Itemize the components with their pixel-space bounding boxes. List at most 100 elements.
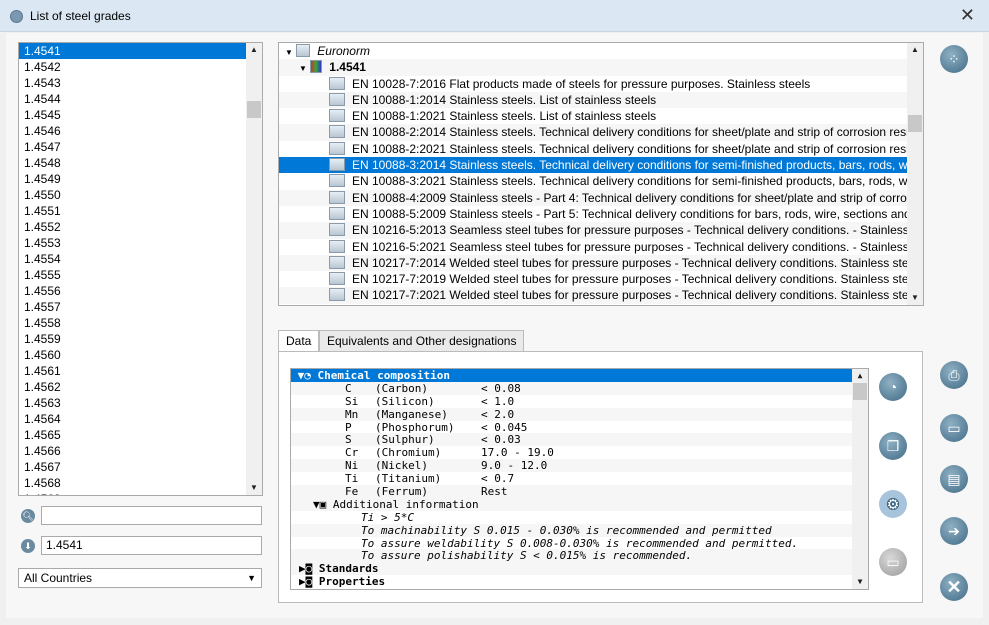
grade-list-item[interactable]: 1.4543 — [19, 75, 262, 91]
grade-list-item[interactable]: 1.4566 — [19, 443, 262, 459]
expand-icon[interactable]: ▼ — [299, 64, 307, 73]
element-row[interactable]: C (Carbon) < 0.08 — [291, 381, 853, 395]
note-row[interactable]: Ti > 5*C — [291, 511, 853, 524]
settings-icon[interactable]: ⚙ — [879, 490, 907, 518]
grade-input[interactable]: 1.4541 — [41, 536, 262, 555]
grade-list-item[interactable]: 1.4563 — [19, 395, 262, 411]
standard-item[interactable]: EN 10216-5:2013 Seamless steel tubes for… — [279, 222, 908, 239]
tree-grade[interactable]: ▼ 1.4541 — [279, 59, 908, 76]
scroll-thumb[interactable] — [853, 383, 867, 400]
element-row[interactable]: Si (Silicon) < 1.0 — [291, 395, 853, 408]
element-row[interactable]: S (Sulphur) < 0.03 — [291, 433, 853, 446]
close-icon[interactable]: ✕ — [960, 5, 975, 26]
scroll-thumb[interactable] — [908, 115, 922, 132]
expand-icon[interactable]: ▼ — [285, 48, 293, 57]
section-row[interactable]: ▶◙ Standards — [291, 562, 853, 575]
search-input[interactable] — [41, 506, 262, 525]
standard-item[interactable]: EN 10217-7:2021 Welded steel tubes for p… — [279, 287, 908, 304]
tree-scrollbar[interactable]: ▲ ▼ — [907, 43, 923, 305]
additional-info-header[interactable]: ▼▣ Additional information — [291, 497, 853, 511]
grade-list-item[interactable]: 1.4554 — [19, 251, 262, 267]
standard-item[interactable]: EN 10088-4:2009 Stainless steels - Part … — [279, 189, 908, 206]
element-symbol: C — [345, 381, 352, 395]
tab-equivalents[interactable]: Equivalents and Other designations — [319, 330, 525, 352]
scroll-up-icon[interactable]: ▲ — [246, 43, 262, 57]
element-row[interactable]: Mn (Manganese) < 2.0 — [291, 407, 853, 421]
composition-header[interactable]: ▼◔ Chemical composition — [291, 369, 853, 382]
grade-list-item[interactable]: 1.4564 — [19, 411, 262, 427]
scroll-down-icon[interactable]: ▼ — [852, 575, 868, 589]
pie-chart-icon[interactable]: ◔ — [879, 373, 907, 401]
grade-list-item[interactable]: 1.4551 — [19, 203, 262, 219]
expand-icon[interactable]: ▼ — [291, 369, 305, 382]
grade-list-item[interactable]: 1.4569 — [19, 491, 262, 495]
note-row[interactable]: To assure weldability S 0.008-0.030% is … — [291, 537, 853, 550]
grade-list-item[interactable]: 1.4555 — [19, 267, 262, 283]
standard-item[interactable]: EN 10088-3:2021 Stainless steels. Techni… — [279, 173, 908, 189]
grade-list-item[interactable]: 1.4560 — [19, 347, 262, 363]
grade-list-item[interactable]: 1.4550 — [19, 187, 262, 203]
close-circle-icon[interactable]: ✕ — [940, 573, 968, 601]
grade-list-item[interactable]: 1.4542 — [19, 59, 262, 75]
scroll-up-icon[interactable]: ▲ — [907, 43, 923, 57]
grade-list-item[interactable]: 1.4548 — [19, 155, 262, 171]
grade-list[interactable]: 1.4541 1.4542 1.4543 1.4544 1.4545 1.4546 1.45… — [18, 42, 263, 496]
grade-list-scrollbar[interactable]: ▲ ▼ — [246, 43, 262, 495]
apps-icon[interactable]: ⁘ — [940, 45, 968, 73]
expand-icon[interactable]: ▼ — [313, 498, 320, 511]
print-icon[interactable]: ⎙ — [940, 361, 968, 389]
grade-list-item[interactable]: 1.4562 — [19, 379, 262, 395]
grade-list-item[interactable]: 1.4561 — [19, 363, 262, 379]
export-icon[interactable]: ➔ — [940, 517, 968, 545]
standard-item[interactable]: EN 10088-3:2014 Stainless steels. Techni… — [279, 157, 908, 174]
grade-list-item[interactable]: 1.4552 — [19, 219, 262, 235]
element-row[interactable]: P (Phosphorum) < 0.045 — [291, 421, 853, 434]
save-icon[interactable]: ▭ — [940, 414, 968, 442]
grade-list-item[interactable]: 1.4565 — [19, 427, 262, 443]
composition-scrollbar[interactable]: ▲ ▼ — [852, 369, 868, 589]
grade-list-item[interactable]: 1.4556 — [19, 283, 262, 299]
document-icon — [329, 158, 345, 172]
tab-data[interactable]: Data — [278, 330, 320, 353]
grade-list-item[interactable]: 1.4557 — [19, 299, 262, 315]
element-row[interactable]: Fe (Ferrum) Rest — [291, 485, 853, 498]
standards-tree[interactable]: ▼ Euronorm ▼ 1.4541 EN 10028-7:2016 Flat… — [278, 42, 924, 306]
tree-root[interactable]: ▼ Euronorm — [279, 43, 908, 59]
element-row[interactable]: Ni (Nickel) 9.0 - 12.0 — [291, 459, 853, 472]
grade-list-item[interactable]: 1.4568 — [19, 475, 262, 491]
scroll-down-icon[interactable]: ▼ — [246, 481, 262, 495]
standard-item[interactable]: EN 10217-7:2014 Welded steel tubes for p… — [279, 254, 908, 272]
grade-list-item[interactable]: 1.4553 — [19, 235, 262, 251]
open-folder-icon[interactable]: ▤ — [940, 465, 968, 493]
grade-list-item[interactable]: 1.4541 — [19, 43, 262, 59]
grade-list-item[interactable]: 1.4549 — [19, 171, 262, 187]
country-select[interactable]: All Countries ▼ — [18, 568, 262, 588]
scroll-down-icon[interactable]: ▼ — [907, 291, 923, 305]
element-row[interactable]: Cr (Chromium) 17.0 - 19.0 — [291, 446, 853, 459]
grade-list-item[interactable]: 1.4545 — [19, 107, 262, 123]
scroll-thumb[interactable] — [247, 101, 261, 118]
standard-item[interactable]: EN 10216-5:2021 Seamless steel tubes for… — [279, 239, 908, 255]
standard-item[interactable]: EN 10088-1:2014 Stainless steels. List o… — [279, 91, 908, 109]
standard-item[interactable]: EN 10088-5:2009 Stainless steels - Part … — [279, 206, 908, 222]
note-row[interactable]: To assure polishability S < 0.015% is re… — [291, 549, 853, 562]
grade-list-item[interactable]: 1.4567 — [19, 459, 262, 475]
collapse-icon[interactable]: ▶ — [299, 562, 306, 575]
grade-list-item[interactable]: 1.4544 — [19, 91, 262, 107]
grade-list-item[interactable]: 1.4559 — [19, 331, 262, 347]
element-row[interactable]: Ti (Titanium) < 0.7 — [291, 472, 853, 485]
copy-icon[interactable]: ❐ — [879, 432, 907, 460]
standard-item[interactable]: EN 10088-2:2014 Stainless steels. Techni… — [279, 124, 908, 141]
collapse-icon[interactable]: ▶ — [299, 575, 306, 588]
grade-list-item[interactable]: 1.4547 — [19, 139, 262, 155]
composition-tree[interactable]: ▼◔ Chemical composition C (Carbon) < 0.08 Si… — [290, 368, 869, 590]
note-row[interactable]: To machinability S 0.015 - 0.030% is rec… — [291, 523, 853, 537]
grade-list-item[interactable]: 1.4558 — [19, 315, 262, 331]
scroll-up-icon[interactable]: ▲ — [852, 369, 868, 383]
standard-item[interactable]: EN 10028-7:2016 Flat products made of st… — [279, 76, 908, 92]
grade-list-item[interactable]: 1.4546 — [19, 123, 262, 139]
standard-item[interactable]: EN 10217-7:2019 Welded steel tubes for p… — [279, 271, 908, 287]
standard-item[interactable]: EN 10088-1:2021 Stainless steels. List o… — [279, 108, 908, 124]
section-row[interactable]: ▶◙ Properties — [291, 575, 853, 588]
standard-item[interactable]: EN 10088-2:2021 Stainless steels. Techni… — [279, 141, 908, 157]
